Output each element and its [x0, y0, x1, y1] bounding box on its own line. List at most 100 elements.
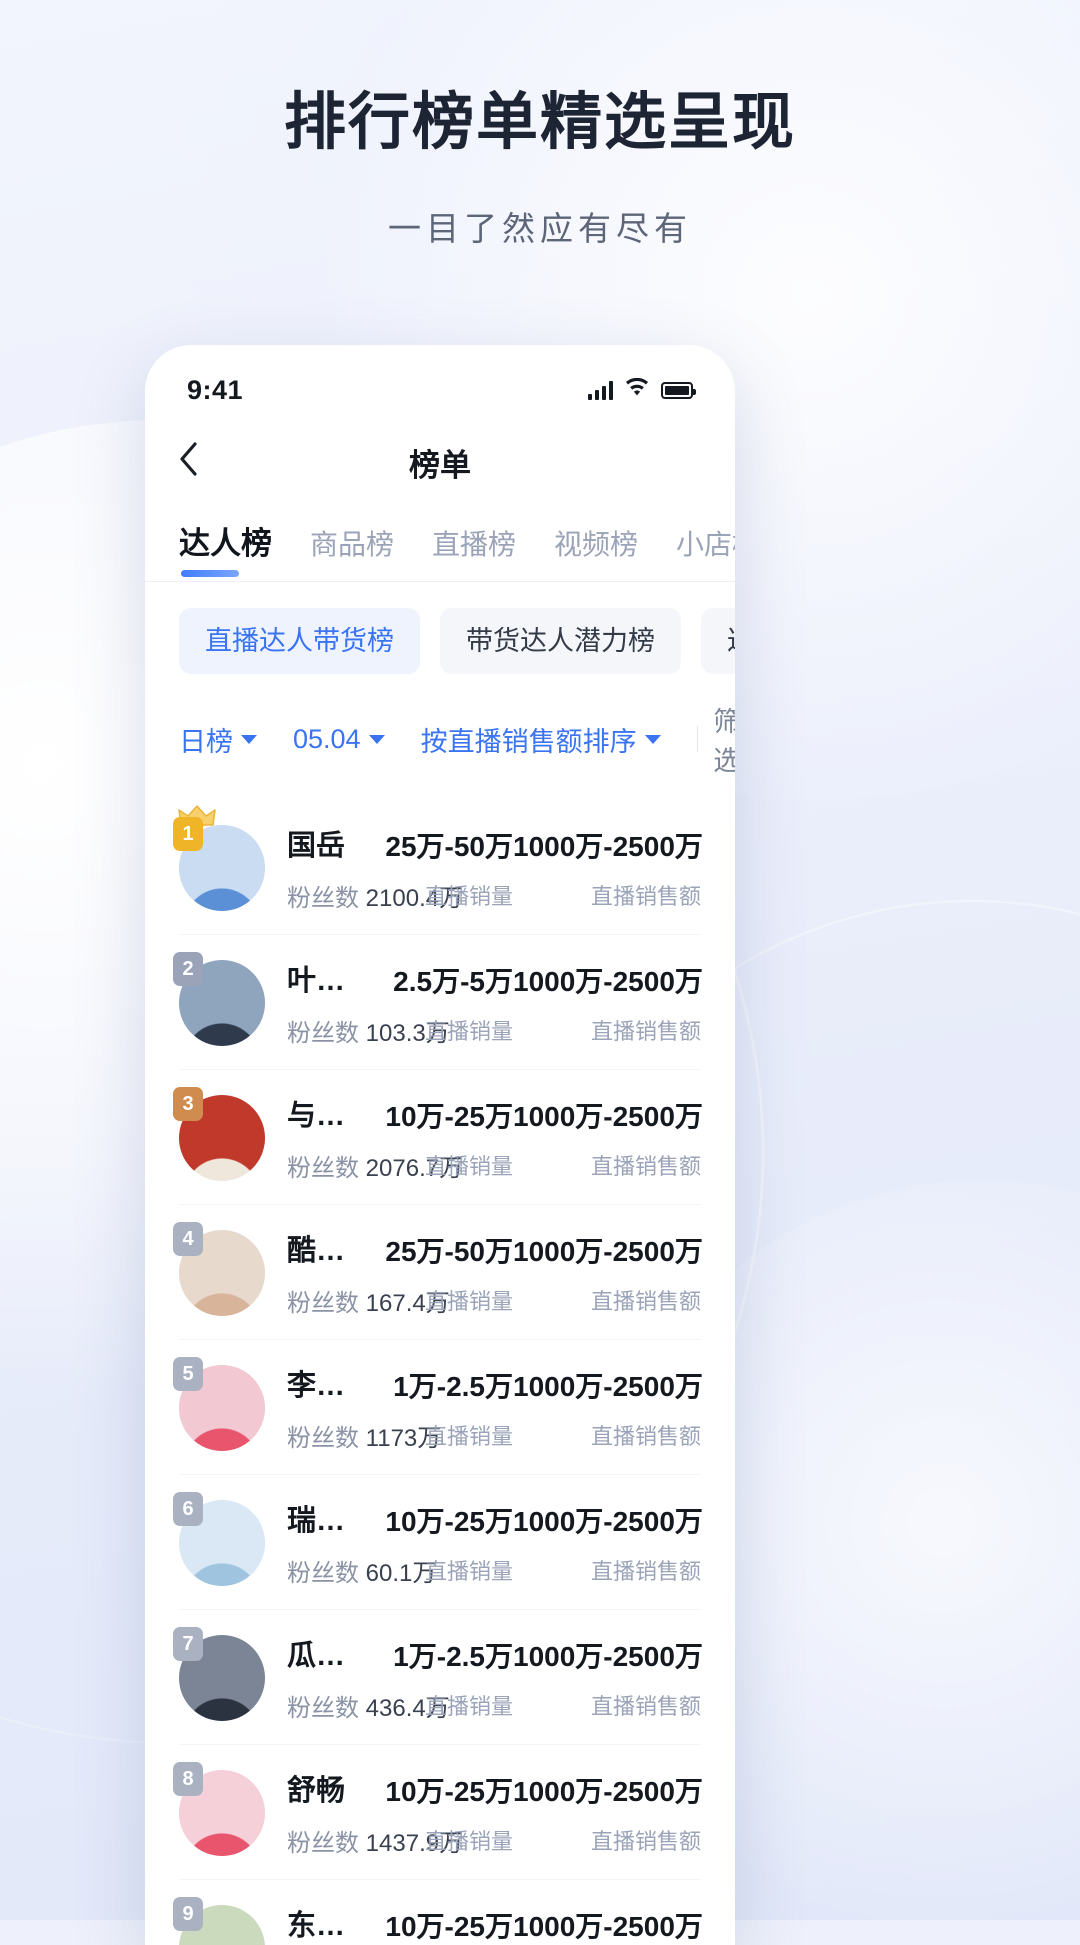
- chip-daren-zhangfen[interactable]: 达人涨粉榜: [701, 608, 735, 674]
- influencer-name: 李小萌: [287, 1362, 363, 1404]
- table-row[interactable]: 6瑞瑞向前冲10号早...粉丝数 60.1万10万-25万直播销量1000万-2…: [145, 1475, 735, 1610]
- fans-label: 粉丝数: [287, 1695, 359, 1722]
- metric-sales-volume: 10万-25万直播销量: [363, 1095, 513, 1181]
- metric1-value: 10万-25万: [363, 1500, 513, 1540]
- influencer-name: 与辉同行: [287, 1092, 363, 1134]
- metric1-value: 2.5万-5万: [363, 960, 513, 1000]
- tab-xiaodian[interactable]: 小店榜: [676, 523, 735, 581]
- metric2-label: 直播销售额: [513, 1149, 701, 1181]
- metric2-label: 直播销售额: [513, 1284, 701, 1316]
- influencer-meta: 酷娃米大掌柜粉丝数 167.4万: [287, 1227, 363, 1318]
- battery-icon: [661, 382, 693, 399]
- tab-shangpin[interactable]: 商品榜: [310, 523, 394, 581]
- influencer-meta: 东北雨姐粉丝数 2375.8万: [287, 1902, 363, 1945]
- chevron-down-icon: [369, 735, 385, 744]
- metric1-label: 直播销量: [363, 1149, 513, 1181]
- promo-header: 排行榜单精选呈现 一目了然应有尽有: [0, 86, 1080, 250]
- metric2-label: 直播销售额: [513, 1689, 701, 1721]
- tab-active-underline: [181, 570, 239, 577]
- table-row[interactable]: 5 李小萌粉丝数 1173万1万-2.5万直播销量1000万-2500万直播销售额: [145, 1340, 735, 1475]
- chip-daihuo-daren-qianli[interactable]: 带货达人潜力榜: [440, 608, 681, 674]
- metric-sales-amount: 1000万-2500万直播销售额: [513, 1230, 701, 1316]
- metric1-value: 1万-2.5万: [363, 1635, 513, 1675]
- metric2-value: 1000万-2500万: [513, 1500, 701, 1540]
- date-label: 05.04: [293, 724, 361, 755]
- metric2-label: 直播销售额: [513, 879, 701, 911]
- avatar-wrap: 4: [179, 1230, 265, 1316]
- table-row[interactable]: 7瓜瓜厂长（营信工...粉丝数 436.4万1万-2.5万直播销量1000万-2…: [145, 1610, 735, 1745]
- metric2-label: 直播销售额: [513, 1824, 701, 1856]
- fans-label: 粉丝数: [287, 1155, 359, 1182]
- chip-row[interactable]: 直播达人带货榜 带货达人潜力榜 达人涨粉榜 达: [145, 582, 735, 696]
- rank-badge: 7: [173, 1627, 203, 1661]
- table-row[interactable]: 3与辉同行粉丝数 2076.7万10万-25万直播销量1000万-2500万直播…: [145, 1070, 735, 1205]
- rank-badge: 2: [173, 952, 203, 986]
- tab-daren[interactable]: 达人榜: [179, 518, 272, 581]
- metric-sales-volume: 1万-2.5万直播销量: [363, 1365, 513, 1451]
- metric2-label: 直播销售额: [513, 1419, 701, 1451]
- influencer-meta: 舒畅粉丝数 1437.9万: [287, 1767, 363, 1858]
- wifi-icon: [624, 378, 650, 402]
- metric2-value: 1000万-2500万: [513, 1365, 701, 1405]
- fans-label: 粉丝数: [287, 885, 359, 912]
- status-icons: [588, 378, 693, 402]
- filter-button[interactable]: 筛选: [697, 700, 735, 778]
- chevron-left-icon[interactable]: [179, 442, 225, 482]
- metric1-label: 直播销量: [363, 879, 513, 911]
- rank-badge: 6: [173, 1492, 203, 1526]
- table-row[interactable]: 1国岳粉丝数 2100.4万25万-50万直播销量1000万-2500万直播销售…: [145, 800, 735, 935]
- metric1-value: 25万-50万: [363, 1230, 513, 1270]
- chip-zhibo-daren-daihuo[interactable]: 直播达人带货榜: [179, 608, 420, 674]
- metric1-value: 10万-25万: [363, 1770, 513, 1810]
- table-row[interactable]: 9东北雨姐粉丝数 2375.8万10万-25万直播销量1000万-2500万直播…: [145, 1880, 735, 1945]
- metric2-value: 1000万-2500万: [513, 1770, 701, 1810]
- date-selector[interactable]: 05.04: [293, 724, 385, 755]
- sort-bar[interactable]: 日榜 05.04 按直播销售额排序 筛选: [145, 696, 735, 800]
- fans-line: 粉丝数 2100.4万: [287, 878, 363, 913]
- status-bar: 9:41: [145, 345, 735, 419]
- metric-sales-volume: 10万-25万直播销量: [363, 1905, 513, 1945]
- tab-shipin[interactable]: 视频榜: [554, 523, 638, 581]
- influencer-name: 叶可可🫧10号下午...: [287, 957, 363, 999]
- ranking-list[interactable]: 1国岳粉丝数 2100.4万25万-50万直播销量1000万-2500万直播销售…: [145, 800, 735, 1945]
- page-title: 榜单: [145, 440, 735, 485]
- metric-sales-volume: 25万-50万直播销量: [363, 825, 513, 911]
- table-row[interactable]: 8舒畅粉丝数 1437.9万10万-25万直播销量1000万-2500万直播销售…: [145, 1745, 735, 1880]
- sort-selector[interactable]: 按直播销售额排序: [421, 720, 661, 759]
- rank-badge: 4: [173, 1222, 203, 1256]
- avatar-wrap: 9: [179, 1905, 265, 1945]
- table-row[interactable]: 4 酷娃米大掌柜粉丝数 167.4万25万-50万直播销量1000万-2500万直…: [145, 1205, 735, 1340]
- metric-sales-amount: 1000万-2500万直播销售额: [513, 825, 701, 911]
- fans-line: 粉丝数 103.3万: [287, 1013, 363, 1048]
- metric-sales-amount: 1000万-2500万直播销售额: [513, 1095, 701, 1181]
- metric2-value: 1000万-2500万: [513, 1905, 701, 1945]
- tab-bar[interactable]: 达人榜 商品榜 直播榜 视频榜 小店榜 品牌榜: [145, 505, 735, 581]
- chevron-down-icon: [645, 735, 661, 744]
- fans-line: 粉丝数 60.1万: [287, 1553, 363, 1588]
- fans-line: 粉丝数 1173万: [287, 1418, 363, 1453]
- rank-badge: 5: [173, 1357, 203, 1391]
- avatar-wrap: 2: [179, 960, 265, 1046]
- influencer-name: 瑞瑞向前冲10号早...: [287, 1497, 363, 1539]
- rank-badge: 9: [173, 1897, 203, 1931]
- chevron-down-icon: [241, 735, 257, 744]
- table-row[interactable]: 2叶可可🫧10号下午...粉丝数 103.3万2.5万-5万直播销量1000万-…: [145, 935, 735, 1070]
- rank-badge: 1: [173, 817, 203, 851]
- sort-label: 按直播销售额排序: [421, 720, 637, 759]
- period-selector[interactable]: 日榜: [179, 720, 257, 759]
- metric1-value: 25万-50万: [363, 825, 513, 865]
- promo-title: 排行榜单精选呈现: [0, 86, 1080, 160]
- influencer-meta: 李小萌粉丝数 1173万: [287, 1362, 363, 1453]
- metric1-value: 10万-25万: [363, 1905, 513, 1945]
- fans-line: 粉丝数 2076.7万: [287, 1148, 363, 1183]
- metric2-value: 1000万-2500万: [513, 1095, 701, 1135]
- influencer-meta: 与辉同行粉丝数 2076.7万: [287, 1092, 363, 1183]
- avatar-wrap: 5: [179, 1365, 265, 1451]
- influencer-meta: 叶可可🫧10号下午... 粉丝数 103.3万: [287, 957, 363, 1048]
- avatar-wrap: 8: [179, 1770, 265, 1856]
- tab-zhibo[interactable]: 直播榜: [432, 523, 516, 581]
- metric1-label: 直播销量: [363, 1284, 513, 1316]
- avatar-wrap: 1: [179, 825, 265, 911]
- influencer-meta: 瑞瑞向前冲10号早... 粉丝数 60.1万: [287, 1497, 363, 1588]
- fans-label: 粉丝数: [287, 1830, 359, 1857]
